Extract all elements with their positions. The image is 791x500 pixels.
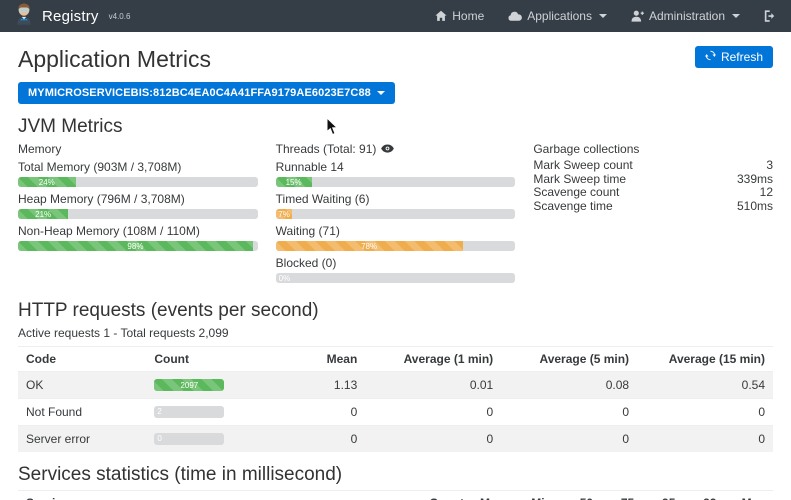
threads-column: Threads (Total: 91) Runnable 14 15% Time…: [276, 142, 516, 288]
total-memory-progressbar: 24%: [18, 177, 258, 187]
brand-version: v4.0.6: [109, 12, 131, 21]
metric-label: Blocked (0): [276, 256, 516, 270]
brand-link[interactable]: Registry v4.0.6: [14, 2, 130, 30]
heap-memory-progressbar: 21%: [18, 209, 258, 219]
table-row-server-error: Server error 0 0 0 0 0: [18, 426, 773, 453]
metric-runnable: Runnable 14 15%: [276, 160, 516, 187]
metric-timed-waiting: Timed Waiting (6) 7%: [276, 192, 516, 219]
gc-row-marksweep-count: Mark Sweep count3: [533, 159, 773, 173]
cloud-icon: [508, 11, 522, 22]
runnable-progressbar: 15%: [276, 177, 516, 187]
nav-items: Home Applications Administration: [435, 9, 777, 23]
page-title: Application Metrics: [18, 46, 211, 73]
services-table-header: Service name Count Mean Min p50 p75 p95 …: [18, 491, 773, 500]
metric-blocked: Blocked (0) 0%: [276, 256, 516, 283]
brand-name: Registry: [42, 8, 99, 25]
metric-label: Non-Heap Memory (108M / 110M): [18, 224, 258, 238]
blocked-progressbar: 0%: [276, 273, 516, 283]
http-requests-heading: HTTP requests (events per second): [18, 300, 773, 322]
nonheap-memory-progressbar: 98%: [18, 241, 258, 251]
services-statistics-table: Service name Count Mean Min p50 p75 p95 …: [18, 490, 773, 500]
refresh-label: Refresh: [721, 50, 763, 64]
nav-administration-label: Administration: [649, 9, 725, 23]
jvm-metrics-grid: Memory Total Memory (903M / 3,708M) 24% …: [18, 142, 773, 288]
metric-total-memory: Total Memory (903M / 3,708M) 24%: [18, 160, 258, 187]
memory-title: Memory: [18, 142, 258, 157]
instance-selector-dropdown[interactable]: MYMICROSERVICEBIS:812BC4EA0C4A41FFA9179A…: [18, 82, 395, 104]
metric-label: Waiting (71): [276, 224, 516, 238]
memory-column: Memory Total Memory (903M / 3,708M) 24% …: [18, 142, 258, 288]
not-found-count-bar: 2: [154, 406, 224, 418]
refresh-icon: [705, 50, 716, 64]
nav-home-label: Home: [452, 9, 484, 23]
nav-applications[interactable]: Applications: [508, 9, 607, 23]
threads-title: Threads (Total: 91): [276, 142, 516, 157]
home-icon: [435, 10, 447, 22]
gc-title: Garbage collections: [533, 142, 773, 157]
metric-label: Total Memory (903M / 3,708M): [18, 160, 258, 174]
metric-heap-memory: Heap Memory (796M / 3,708M) 21%: [18, 192, 258, 219]
http-table-header: Code Count Mean Average (1 min) Average …: [18, 347, 773, 372]
table-row-ok: OK 2097 1.13 0.01 0.08 0.54: [18, 372, 773, 399]
refresh-button[interactable]: Refresh: [695, 46, 773, 68]
jvm-metrics-heading: JVM Metrics: [18, 116, 773, 138]
metric-waiting: Waiting (71) 78%: [276, 224, 516, 251]
gc-row-scavenge-time: Scavenge time510ms: [533, 200, 773, 214]
metric-nonheap-memory: Non-Heap Memory (108M / 110M) 98%: [18, 224, 258, 251]
metric-label: Heap Memory (796M / 3,708M): [18, 192, 258, 206]
jhipster-avatar-logo: [14, 2, 34, 30]
chevron-down-icon: [377, 91, 385, 95]
sign-out-icon: [764, 10, 777, 22]
instance-selector-label: MYMICROSERVICEBIS:812BC4EA0C4A41FFA9179A…: [28, 87, 371, 99]
ok-count-bar: 2097: [154, 379, 224, 391]
waiting-progressbar: 78%: [276, 241, 516, 251]
eye-icon[interactable]: [381, 142, 394, 157]
garbage-collections-column: Garbage collections Mark Sweep count3 Ma…: [533, 142, 773, 288]
chevron-down-icon: [599, 14, 607, 18]
nav-applications-label: Applications: [527, 9, 592, 23]
gc-row-marksweep-time: Mark Sweep time339ms: [533, 173, 773, 187]
metric-label: Runnable 14: [276, 160, 516, 174]
main-content: Application Metrics Refresh MYMICROSERVI…: [0, 32, 791, 500]
user-admin-icon: [631, 10, 644, 22]
nav-home[interactable]: Home: [435, 9, 484, 23]
http-requests-subtitle: Active requests 1 - Total requests 2,099: [18, 326, 773, 340]
nav-signout[interactable]: [764, 10, 777, 22]
nav-administration[interactable]: Administration: [631, 9, 740, 23]
server-error-count-bar: 0: [154, 433, 224, 445]
gc-row-scavenge-count: Scavenge count12: [533, 186, 773, 200]
services-statistics-heading: Services statistics (time in millisecond…: [18, 464, 773, 486]
http-requests-table: Code Count Mean Average (1 min) Average …: [18, 346, 773, 452]
metric-label: Timed Waiting (6): [276, 192, 516, 206]
chevron-down-icon: [732, 14, 740, 18]
navbar: Registry v4.0.6 Home Applications Admini…: [0, 0, 791, 32]
table-row-not-found: Not Found 2 0 0 0 0: [18, 399, 773, 426]
timed-waiting-progressbar: 7%: [276, 209, 516, 219]
